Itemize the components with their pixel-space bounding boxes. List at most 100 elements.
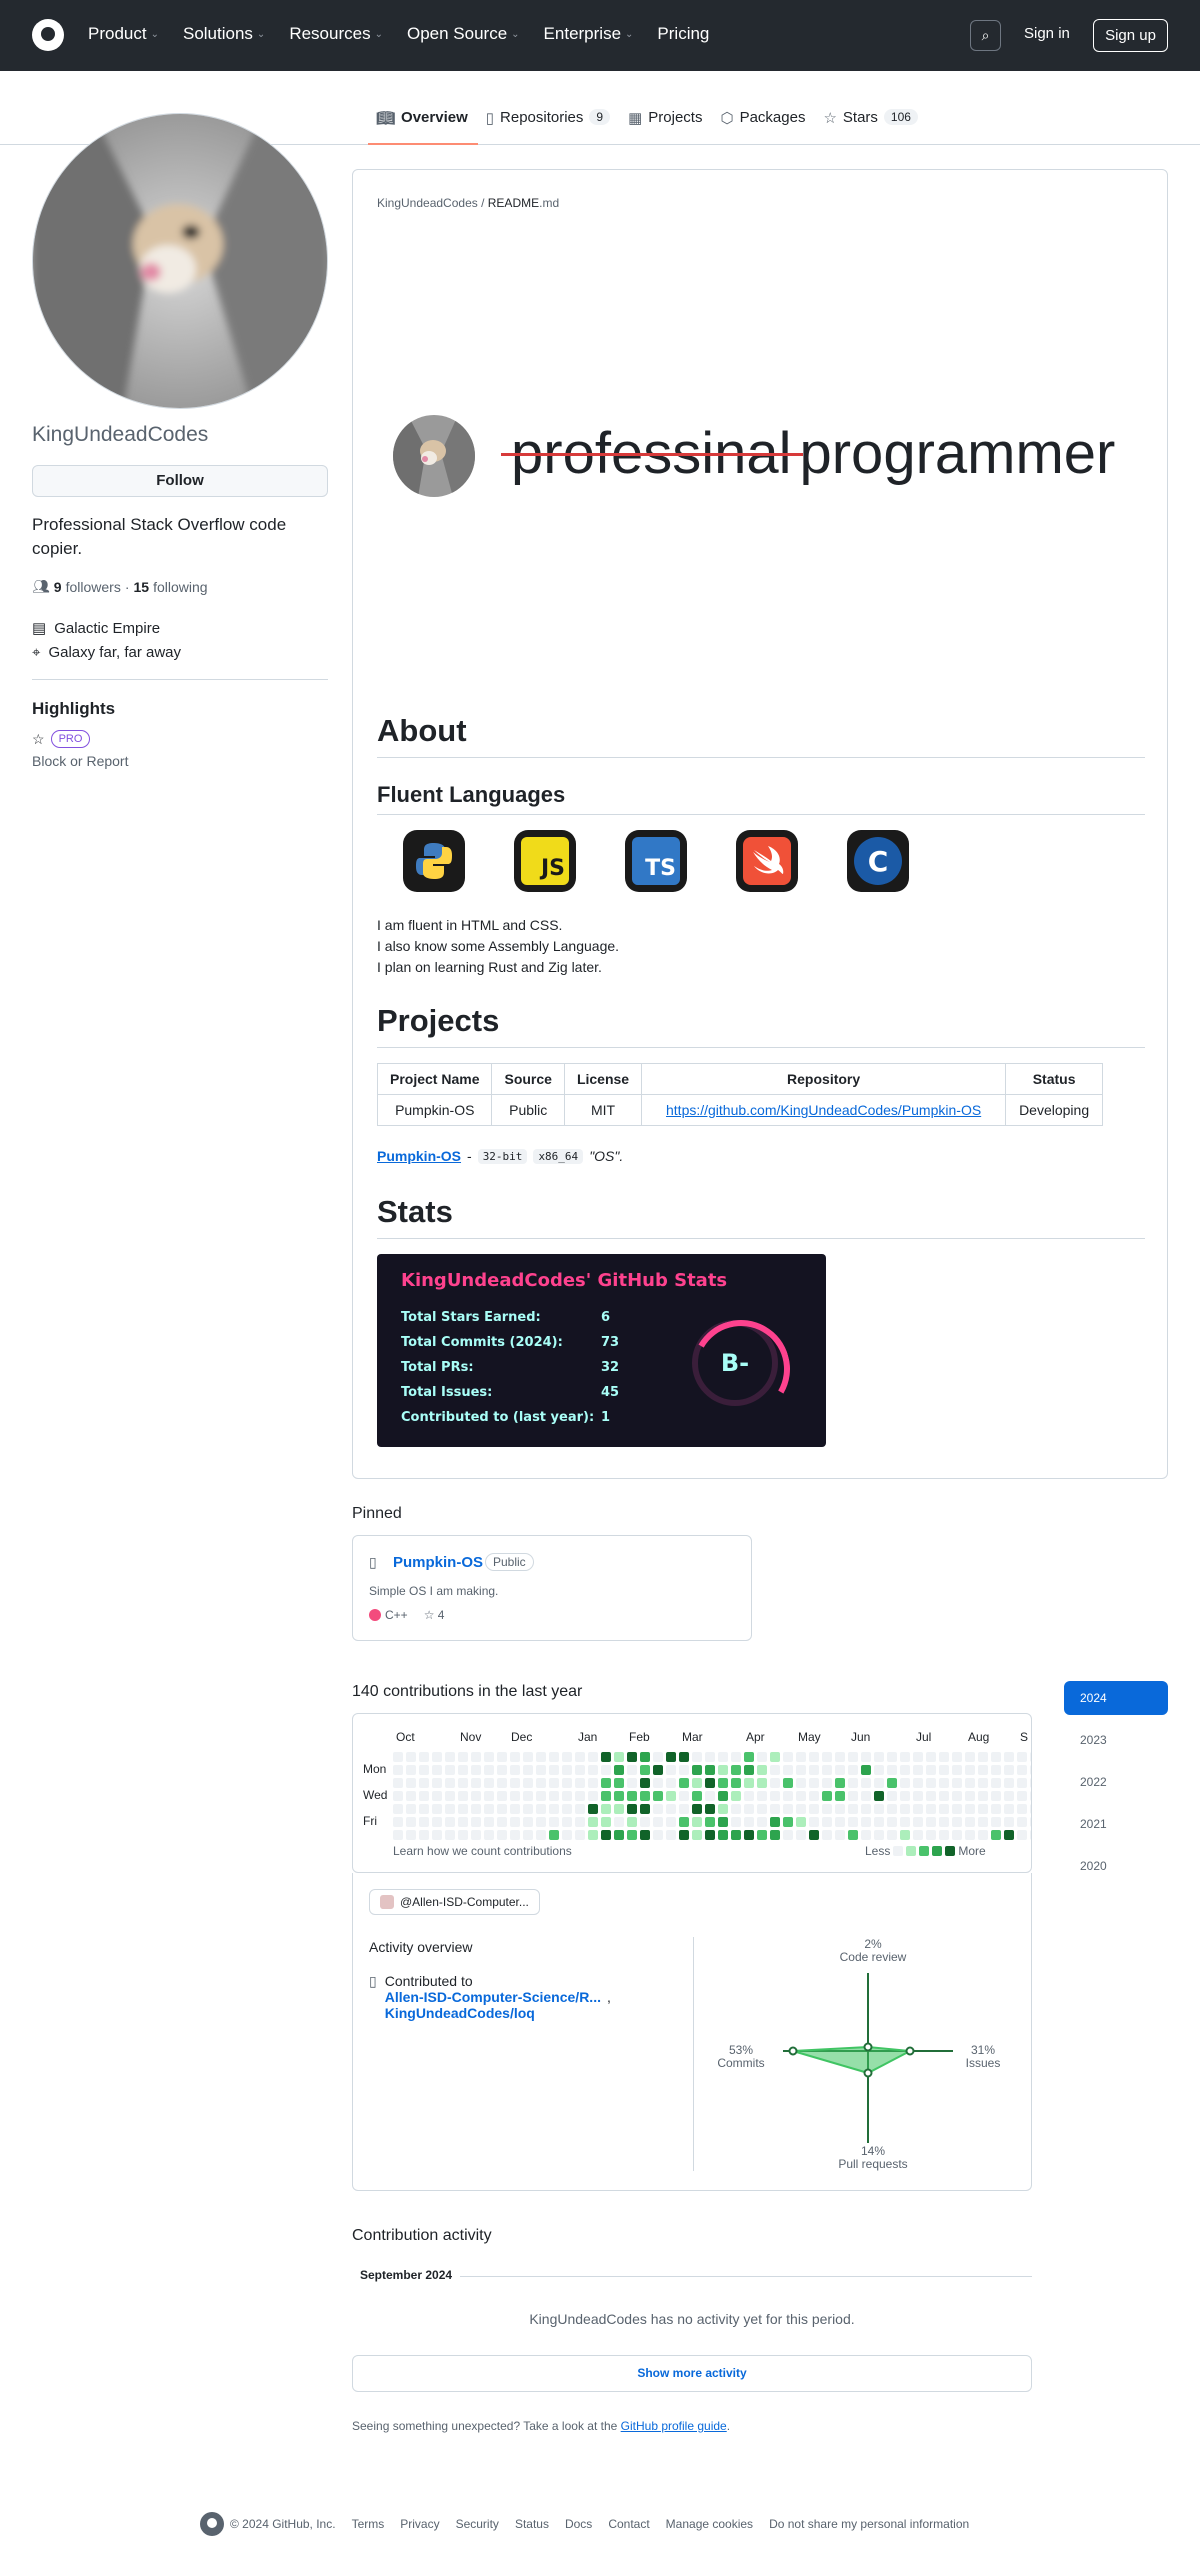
contribution-day-cell	[601, 1791, 611, 1801]
contribution-day-cell	[679, 1791, 689, 1801]
table-icon: ▦	[628, 110, 643, 127]
followers-count[interactable]: 9	[54, 579, 62, 595]
location-text: Galaxy far, far away	[48, 644, 182, 661]
contribution-day-cell	[588, 1804, 598, 1814]
sign-in-link[interactable]: Sign in	[1024, 25, 1070, 42]
contribution-day-cell	[484, 1804, 494, 1814]
contribution-day-cell	[991, 1765, 1001, 1775]
readme-owner-link[interactable]: KingUndeadCodes	[377, 196, 478, 210]
contributed-repo-link[interactable]: Allen-ISD-Computer-Science/R...	[385, 1989, 601, 2005]
contribution-day-cell	[835, 1804, 845, 1814]
footer-link-do-not-share[interactable]: Do not share my personal information	[769, 2517, 969, 2531]
contribution-day-cell	[523, 1778, 533, 1788]
tab-stars[interactable]: ☆ Stars 106	[815, 95, 928, 145]
contribution-day-cell	[575, 1830, 585, 1840]
contribution-day-cell	[484, 1765, 494, 1775]
star-count: 4	[437, 1608, 445, 1622]
contribution-day-cell	[731, 1778, 741, 1788]
nav-pricing[interactable]: Pricing	[657, 24, 709, 44]
radar-name: Commits	[717, 2056, 765, 2070]
contribution-day-cell	[484, 1791, 494, 1801]
footer-link-privacy[interactable]: Privacy	[400, 2517, 439, 2531]
contribution-day-cell	[471, 1752, 481, 1762]
nav-resources-label: Resources	[289, 24, 371, 43]
nav-solutions[interactable]: Solutions ⌄	[183, 24, 265, 44]
footer-link-terms[interactable]: Terms	[352, 2517, 385, 2531]
pinned-repo-link[interactable]: Pumpkin-OS	[393, 1554, 483, 1571]
day-label: Fri	[363, 1814, 377, 1828]
github-logo-icon[interactable]	[32, 19, 64, 51]
contribution-day-cell	[653, 1752, 663, 1762]
year-2020-button[interactable]: 2020	[1064, 1849, 1168, 1883]
nav-open-source-label: Open Source	[406, 24, 508, 43]
search-button[interactable]: ⌕	[970, 20, 1001, 51]
contribution-day-cell	[848, 1817, 858, 1827]
following-link[interactable]: following	[153, 579, 207, 595]
year-2024-button[interactable]: 2024	[1064, 1681, 1168, 1715]
contribution-day-cell	[432, 1765, 442, 1775]
contribution-day-cell	[653, 1830, 663, 1840]
contribution-day-cell	[575, 1817, 585, 1827]
chevron-down-icon: ⌄	[511, 28, 520, 40]
footer-link-status[interactable]: Status	[515, 2517, 549, 2531]
radar-label-issues: 31% Issues	[958, 2044, 1008, 2070]
contribution-day-cell	[744, 1765, 754, 1775]
nav-resources[interactable]: Resources ⌄	[289, 24, 383, 44]
followers-link[interactable]: followers	[66, 579, 121, 595]
contribution-day-cell	[562, 1817, 572, 1827]
tab-overview[interactable]: 📖︎ Overview	[368, 95, 478, 145]
year-2021-button[interactable]: 2021	[1064, 1807, 1168, 1841]
tab-repositories[interactable]: ▯ Repositories 9	[478, 95, 620, 145]
year-2023-button[interactable]: 2023	[1064, 1723, 1168, 1757]
contribution-day-cell	[1004, 1830, 1014, 1840]
profile-guide-link[interactable]: GitHub profile guide	[621, 2419, 727, 2433]
follow-button[interactable]: Follow	[32, 465, 328, 497]
contribution-day-cell	[484, 1817, 494, 1827]
tab-packages[interactable]: ⬡ Packages	[712, 95, 815, 145]
learn-contributions-link[interactable]: Learn how we count contributions	[393, 1844, 572, 1858]
nav-open-source[interactable]: Open Source ⌄	[407, 24, 520, 44]
footer-link-contact[interactable]: Contact	[608, 2517, 649, 2531]
contribution-day-cell	[913, 1817, 923, 1827]
contribution-day-cell	[575, 1765, 585, 1775]
location-item: ⌖ Galaxy far, far away	[32, 644, 181, 661]
nav-product[interactable]: Product ⌄	[88, 24, 159, 44]
contribution-day-cell	[744, 1830, 754, 1840]
project-link[interactable]: Pumpkin-OS	[377, 1148, 461, 1164]
contribution-activity-heading: Contribution activity	[352, 2227, 492, 2244]
github-logo-icon[interactable]	[200, 2512, 224, 2536]
contribution-day-cell	[822, 1830, 832, 1840]
stat-label: Contributed to (last year):	[401, 1410, 595, 1425]
contribution-day-cell	[874, 1817, 884, 1827]
python-icon	[403, 830, 465, 892]
star-icon: ☆	[423, 1608, 438, 1622]
contribution-day-cell	[640, 1765, 650, 1775]
repository-link[interactable]: https://github.com/KingUndeadCodes/Pumpk…	[666, 1102, 981, 1118]
contribution-day-cell	[887, 1817, 897, 1827]
activity-month-label: September 2024	[360, 2268, 453, 2282]
projects-table: Project Name Source License Repository S…	[376, 1063, 1104, 1126]
footer-link-docs[interactable]: Docs	[565, 2517, 592, 2531]
stat-label: Total PRs:	[401, 1360, 474, 1375]
contribution-day-cell	[393, 1765, 403, 1775]
contribution-day-cell	[939, 1752, 949, 1762]
organization-filter-chip[interactable]: @Allen-ISD-Computer...	[369, 1889, 540, 1915]
contribution-day-cell	[900, 1752, 910, 1762]
contributed-repo-link[interactable]: KingUndeadCodes/loq	[385, 2005, 611, 2021]
following-count[interactable]: 15	[134, 579, 150, 595]
show-more-activity-button[interactable]: Show more activity	[352, 2355, 1032, 2392]
year-2022-button[interactable]: 2022	[1064, 1765, 1168, 1799]
stargazers-link[interactable]: ☆ 4	[424, 1608, 445, 1622]
footer-link-manage-cookies[interactable]: Manage cookies	[666, 2517, 753, 2531]
comma: ,	[606, 1989, 611, 2005]
nav-enterprise[interactable]: Enterprise ⌄	[544, 24, 634, 44]
legend-cell	[945, 1846, 956, 1856]
readme-text-line: I am fluent in HTML and CSS.	[377, 917, 563, 933]
footer-link-security[interactable]: Security	[456, 2517, 499, 2531]
contribution-day-cell	[718, 1778, 728, 1788]
stat-label: Total Commits (2024):	[401, 1335, 563, 1350]
block-or-report-link[interactable]: Block or Report	[32, 753, 128, 769]
table-header: License	[563, 1063, 643, 1095]
sign-up-button[interactable]: Sign up	[1093, 19, 1168, 52]
tab-projects[interactable]: ▦ Projects	[620, 95, 712, 145]
